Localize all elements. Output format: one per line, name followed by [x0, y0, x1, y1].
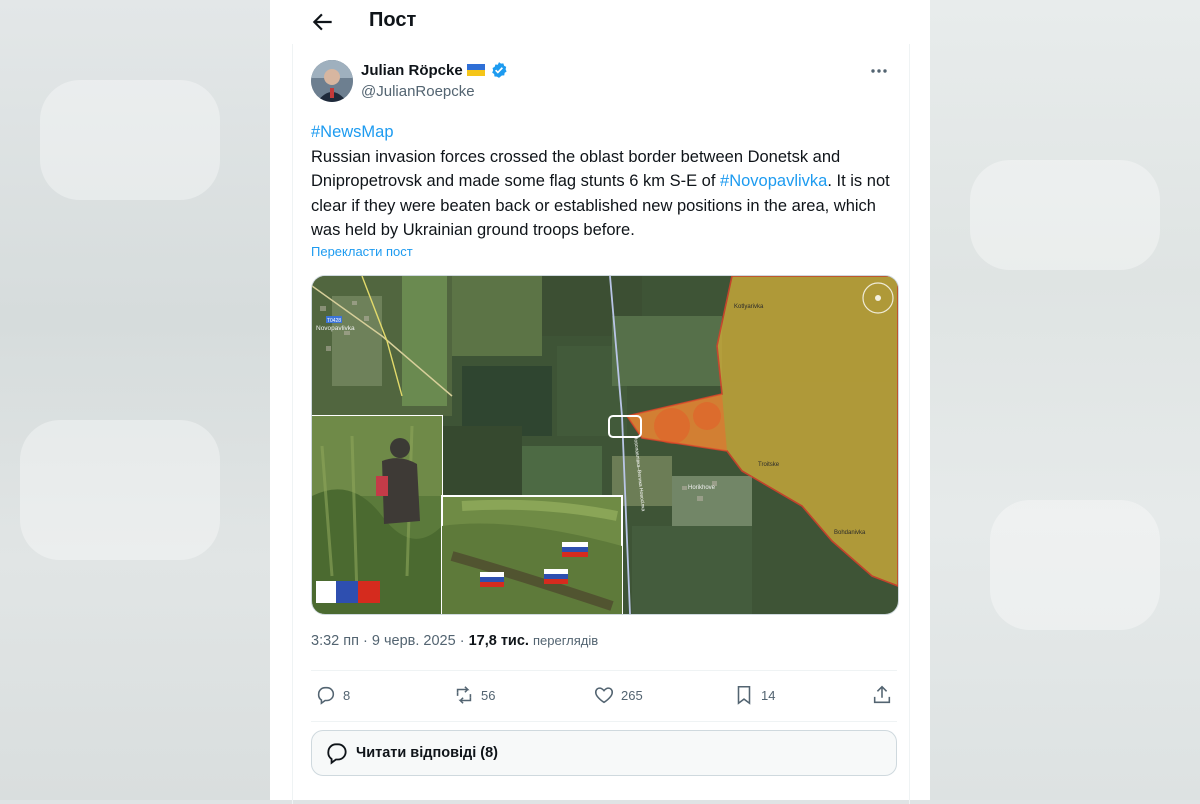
tweet-card: Julian Röpcke @JulianRoepcke #NewsMap Ru…: [292, 44, 910, 804]
map-label-novopavlivka: Novopavlivka: [316, 325, 355, 332]
tweet-metadata: 3:32 пп · 9 черв. 2025 · 17,8 тис. перег…: [311, 633, 598, 649]
post-header: Пост: [270, 0, 930, 44]
background-right: [930, 0, 1200, 800]
meta-separator: ·: [363, 633, 368, 649]
hashtag-newsmap[interactable]: #NewsMap: [311, 123, 394, 141]
map-label-kotlyarivka: Kotlyarivka: [734, 304, 764, 310]
tweet-media-image[interactable]: T0428 Novopavlivka Kotlyarivka Horikhove…: [311, 275, 899, 615]
repost-count: 56: [481, 687, 496, 703]
repost-icon: [456, 686, 472, 704]
author-name[interactable]: Julian Röpcke: [361, 62, 463, 79]
action-bar: 8 56 265 14: [311, 682, 897, 710]
share-icon: [873, 685, 891, 704]
route-label: T0428: [327, 318, 341, 324]
views-label: переглядів: [532, 633, 599, 648]
background-left: [0, 0, 270, 800]
bookmark-button[interactable]: 14: [733, 682, 775, 708]
map-label-troitske: Troitske: [758, 462, 780, 468]
heart-icon: [594, 687, 614, 704]
avatar[interactable]: [311, 60, 353, 102]
share-button[interactable]: [871, 682, 893, 708]
divider: [311, 670, 897, 671]
meta-separator-2: ·: [459, 633, 465, 649]
repost-button[interactable]: 56: [453, 682, 495, 708]
verified-badge-icon[interactable]: [490, 61, 508, 79]
post-column: Пост Julian Röpcke @JulianRoepcke #NewsM…: [270, 0, 930, 804]
bookmark-count: 14: [761, 687, 776, 703]
read-replies-button[interactable]: Читати відповіді (8): [311, 730, 897, 776]
ukraine-flag-icon: [466, 64, 485, 76]
author-handle[interactable]: @JulianRoepcke: [361, 83, 475, 100]
author-row: Julian Röpcke: [361, 61, 508, 79]
inset-photo-soldier: [312, 415, 443, 614]
reply-icon: [317, 686, 335, 705]
page-title: Пост: [369, 9, 417, 31]
reply-button[interactable]: 8: [315, 682, 350, 708]
map-label-bohdanivka: Bohdanivka: [834, 530, 866, 536]
like-button[interactable]: 265: [593, 682, 643, 708]
more-options-icon[interactable]: [869, 64, 889, 78]
divider-2: [311, 721, 897, 722]
like-count: 265: [621, 687, 643, 703]
read-replies-label: Читати відповіді (8): [356, 745, 498, 761]
reply-count: 8: [343, 687, 351, 703]
reply-icon: [327, 743, 347, 765]
tweet-text: #NewsMap Russian invasion forces crossed…: [311, 120, 901, 243]
battle-map-image: T0428 Novopavlivka Kotlyarivka Horikhove…: [312, 276, 898, 614]
map-label-horikhove: Horikhove: [688, 485, 716, 491]
translate-post-link[interactable]: Перекласти пост: [311, 244, 413, 259]
views-count: 17,8 тис.: [468, 633, 529, 649]
back-arrow-icon[interactable]: [310, 9, 336, 35]
tweet-time[interactable]: 3:32 пп: [311, 633, 359, 649]
hashtag-novopavlivka[interactable]: #Novopavlivka: [720, 172, 827, 190]
bookmark-icon: [737, 685, 751, 705]
tweet-date[interactable]: 9 черв. 2025: [372, 633, 456, 649]
inset-photo-flags: [441, 495, 623, 614]
